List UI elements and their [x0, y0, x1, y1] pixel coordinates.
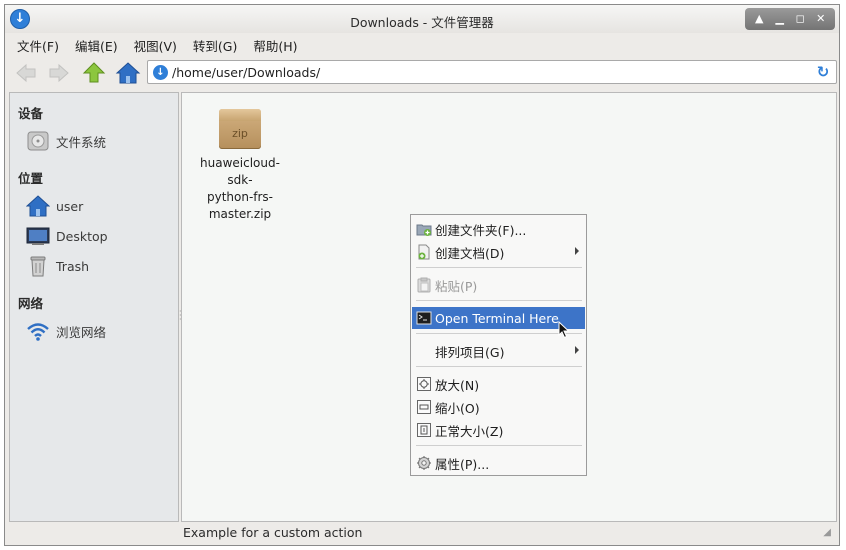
network-icon: [27, 323, 49, 341]
home-button[interactable]: [115, 61, 141, 85]
back-arrow-icon: [16, 63, 36, 83]
sidebar-item-label: Trash: [56, 258, 90, 274]
menu-item-arrange-items[interactable]: 排列项目(G): [412, 340, 585, 362]
menu-item-label: 创建文件夹(F)...: [435, 222, 527, 238]
location-path[interactable]: /home/user/Downloads/: [172, 65, 320, 80]
refresh-icon[interactable]: ↻: [815, 64, 831, 80]
properties-icon: [417, 456, 431, 470]
menu-item-label: 放大(N): [435, 377, 480, 393]
up-arrow-icon: [82, 62, 106, 83]
zoom-out-icon: [417, 400, 431, 414]
menu-item-label: 属性(P)...: [435, 456, 490, 472]
menu-file[interactable]: 文件(F): [9, 36, 67, 55]
status-text: Example for a custom action: [183, 525, 363, 540]
menu-help[interactable]: 帮助(H): [245, 36, 305, 55]
zoom-normal-icon: [417, 423, 431, 437]
sidebar-item-label: user: [56, 198, 84, 214]
menu-item-label: 粘贴(P): [435, 278, 478, 294]
title-bar: ↓ Downloads - 文件管理器 ▲ ▁ ◻ ✕: [5, 5, 839, 33]
menu-bar: 文件(F) 编辑(E) 视图(V) 转到(G) 帮助(H): [5, 33, 839, 57]
menu-go[interactable]: 转到(G): [185, 36, 245, 55]
toolbar: ↓ /home/user/Downloads/ ↻: [5, 58, 839, 88]
forward-arrow-icon: [49, 63, 69, 83]
file-item[interactable]: zip huaweicloud-sdk- python-frs- master.…: [190, 109, 290, 223]
minimize-icon[interactable]: ▁: [772, 11, 788, 27]
shade-icon[interactable]: ▲: [751, 11, 767, 27]
sidebar-item-filesystem[interactable]: 文件系统: [26, 129, 174, 153]
menu-item-create-document[interactable]: 创建文档(D): [412, 241, 585, 263]
sidebar-item-label: 浏览网络: [56, 324, 107, 340]
forward-button[interactable]: [46, 61, 72, 85]
sidebar-item-user[interactable]: user: [26, 194, 174, 218]
home-icon: [26, 195, 50, 217]
sidebar-item-label: 文件系统: [56, 134, 107, 150]
terminal-icon: [416, 311, 432, 325]
menu-item-zoom-out[interactable]: 缩小(O): [412, 396, 585, 418]
window-title: Downloads - 文件管理器: [350, 15, 494, 30]
sidebar-heading-places: 位置: [18, 171, 44, 186]
menu-item-properties[interactable]: 属性(P)...: [412, 452, 585, 474]
mouse-cursor-icon: [558, 321, 570, 339]
sidebar-item-browse-network[interactable]: 浏览网络: [26, 319, 174, 343]
menu-item-label: 缩小(O): [435, 400, 480, 416]
menu-edit[interactable]: 编辑(E): [67, 36, 126, 55]
file-name-line: python-frs-: [206, 190, 274, 204]
menu-item-label: 创建文档(D): [435, 245, 505, 261]
up-button[interactable]: [81, 61, 107, 85]
maximize-icon[interactable]: ◻: [792, 11, 808, 27]
file-name-line: huaweicloud-sdk-: [200, 156, 280, 187]
file-name-line: master.zip: [208, 207, 272, 221]
sidebar-item-trash[interactable]: Trash: [26, 254, 174, 278]
zip-archive-icon: zip: [219, 109, 261, 149]
menu-separator: [416, 267, 582, 268]
menu-view[interactable]: 视图(V): [126, 36, 185, 55]
sidebar-heading-network: 网络: [18, 296, 44, 311]
submenu-arrow-icon: [575, 346, 579, 354]
file-manager-window: ↓ Downloads - 文件管理器 ▲ ▁ ◻ ✕ 文件(F) 编辑(E) …: [4, 4, 840, 546]
context-menu: 创建文件夹(F)... 创建文档(D) 粘贴(P) Open Terminal …: [410, 214, 587, 476]
menu-item-label: Open Terminal Here: [435, 310, 559, 326]
menu-separator: [416, 445, 582, 446]
resize-grip-icon[interactable]: ◢: [823, 527, 831, 538]
status-bar: Example for a custom action ◢: [5, 519, 839, 545]
trash-icon: [30, 256, 46, 277]
menu-item-label: 排列项目(G): [435, 344, 505, 360]
file-name: huaweicloud-sdk- python-frs- master.zip: [190, 155, 290, 223]
zip-icon-label: zip: [232, 127, 248, 140]
paste-icon: [417, 277, 431, 293]
menu-separator: [416, 366, 582, 367]
home-icon: [115, 62, 141, 84]
menu-item-zoom-normal[interactable]: 正常大小(Z): [412, 419, 585, 441]
location-folder-icon: ↓: [153, 65, 168, 80]
location-bar[interactable]: ↓ /home/user/Downloads/ ↻: [147, 60, 837, 84]
submenu-arrow-icon: [575, 247, 579, 255]
back-button[interactable]: [13, 61, 39, 85]
menu-separator: [416, 300, 582, 301]
sidebar-item-label: Desktop: [56, 228, 108, 244]
menu-item-paste[interactable]: 粘贴(P): [412, 274, 585, 296]
new-folder-icon: [416, 224, 432, 236]
blank-icon: [416, 343, 432, 359]
menu-item-zoom-in[interactable]: 放大(N): [412, 373, 585, 395]
sidebar: 设备 文件系统 位置 user Desktop Trash 网络 浏览网络: [9, 92, 179, 522]
desktop-icon: [26, 227, 50, 245]
close-icon[interactable]: ✕: [813, 11, 829, 27]
window-controls: ▲ ▁ ◻ ✕: [745, 8, 835, 30]
menu-item-label: 正常大小(Z): [435, 423, 504, 439]
sidebar-item-desktop[interactable]: Desktop: [26, 224, 174, 248]
menu-item-create-folder[interactable]: 创建文件夹(F)...: [412, 218, 585, 240]
sidebar-heading-devices: 设备: [18, 106, 44, 121]
new-document-icon: [418, 244, 430, 260]
zoom-in-icon: [417, 377, 431, 391]
drive-icon: [27, 131, 49, 151]
